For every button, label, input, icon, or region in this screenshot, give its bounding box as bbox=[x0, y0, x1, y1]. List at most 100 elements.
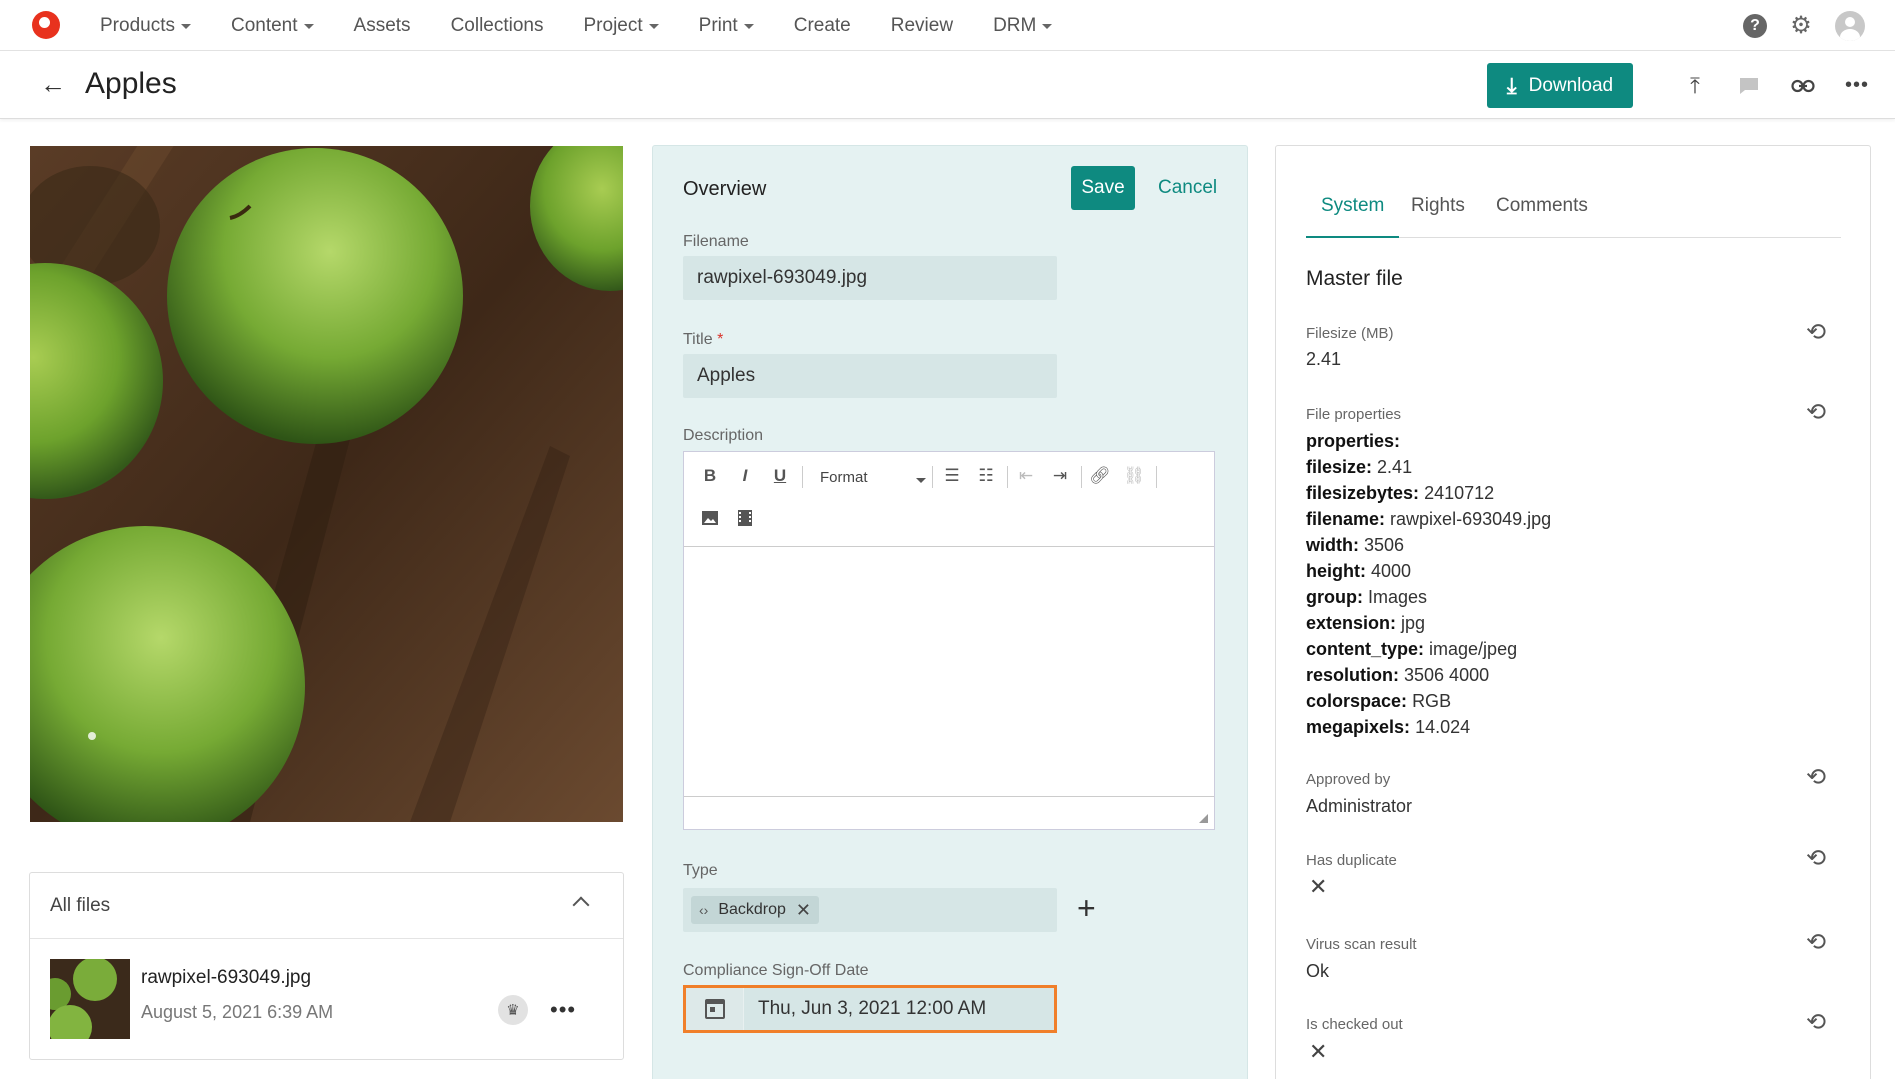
nav-item-drm[interactable]: DRM bbox=[993, 15, 1053, 37]
link-icon[interactable]: 🔗︎ bbox=[1088, 464, 1112, 488]
toolbar-divider bbox=[932, 466, 933, 488]
has-duplicate-label: Has duplicate bbox=[1306, 852, 1397, 869]
numbered-list-icon[interactable]: ☷ bbox=[974, 464, 998, 488]
file-property-row: filesizebytes: 2410712 bbox=[1306, 480, 1551, 506]
chevron-up-icon[interactable] bbox=[572, 896, 590, 914]
description-textarea[interactable] bbox=[684, 548, 1214, 798]
file-property-row: colorspace: RGB bbox=[1306, 688, 1551, 714]
nav-item-project[interactable]: Project bbox=[584, 15, 659, 37]
top-navigation: Products Content Assets Collections Project P… bbox=[0, 0, 1895, 51]
file-property-key: colorspace: bbox=[1306, 691, 1408, 711]
asset-preview-image[interactable] bbox=[30, 146, 623, 822]
detail-tabs: System Rights Comments bbox=[1306, 186, 1841, 238]
image-icon[interactable] bbox=[698, 506, 722, 530]
title-field[interactable]: Apples bbox=[683, 354, 1057, 398]
compliance-date-value[interactable]: Thu, Jun 3, 2021 12:00 AM bbox=[758, 998, 986, 1020]
file-property-key: width: bbox=[1306, 535, 1359, 555]
filename-label: Filename bbox=[683, 233, 749, 250]
nav-item-content[interactable]: Content bbox=[231, 15, 314, 37]
history-icon[interactable]: ⟲ bbox=[1802, 929, 1830, 957]
format-select-label: Format bbox=[820, 469, 868, 486]
remove-chip-icon[interactable]: ✕ bbox=[796, 900, 811, 921]
download-button[interactable]: ⤓ Download bbox=[1487, 63, 1633, 108]
nav-item-label: Content bbox=[230, 14, 298, 36]
history-icon[interactable]: ⟲ bbox=[1802, 764, 1830, 792]
nav-item-label: Assets bbox=[353, 14, 411, 36]
bullet-list-icon[interactable]: ☰ bbox=[940, 464, 964, 488]
back-arrow-icon[interactable]: ← bbox=[40, 71, 66, 97]
virus-scan-label: Virus scan result bbox=[1306, 936, 1417, 953]
file-properties-list: properties: filesize: 2.41 filesizebytes:… bbox=[1306, 428, 1551, 740]
nav-item-products[interactable]: Products bbox=[100, 15, 191, 37]
close-icon: ✕ bbox=[1309, 1039, 1328, 1064]
crown-icon[interactable]: ♛ bbox=[498, 995, 528, 1025]
all-files-header[interactable]: All files bbox=[30, 873, 623, 939]
save-button[interactable]: Save bbox=[1071, 166, 1135, 210]
gear-icon[interactable]: ⚙ bbox=[1789, 13, 1813, 38]
file-property-value: 2410712 bbox=[1424, 483, 1495, 503]
all-files-heading: All files bbox=[50, 894, 111, 916]
more-options-icon[interactable]: ••• bbox=[550, 995, 576, 1025]
indent-icon[interactable]: ⇥ bbox=[1048, 464, 1072, 488]
tab-comments[interactable]: Comments bbox=[1481, 186, 1603, 238]
nav-item-assets[interactable]: Assets bbox=[354, 15, 411, 37]
all-files-panel: All files rawpixel-693049.jpg August 5, … bbox=[29, 872, 624, 1060]
calendar-icon bbox=[704, 999, 725, 1019]
unlink-icon[interactable]: ⛓︎ bbox=[1122, 464, 1146, 488]
filesize-label: Filesize (MB) bbox=[1306, 325, 1394, 342]
calendar-button[interactable] bbox=[686, 988, 744, 1030]
nav-item-create[interactable]: Create bbox=[794, 15, 851, 37]
underline-icon[interactable]: U bbox=[768, 464, 792, 488]
filename-field[interactable]: rawpixel-693049.jpg bbox=[683, 256, 1057, 300]
file-property-row: extension: jpg bbox=[1306, 610, 1551, 636]
overview-title: Overview bbox=[683, 178, 767, 200]
description-label: Description bbox=[683, 427, 764, 444]
add-type-icon[interactable]: + bbox=[1077, 892, 1096, 924]
type-label: Type bbox=[683, 862, 718, 879]
brand-logo-icon[interactable] bbox=[32, 11, 60, 39]
outdent-icon[interactable]: ⇤ bbox=[1014, 464, 1038, 488]
history-icon[interactable]: ⟲ bbox=[1802, 399, 1830, 427]
required-marker: * bbox=[717, 331, 724, 348]
file-property-value: 3506 4000 bbox=[1404, 665, 1490, 685]
tab-rights[interactable]: Rights bbox=[1396, 186, 1480, 238]
nav-item-label: Print bbox=[698, 14, 738, 36]
help-icon[interactable]: ? bbox=[1743, 13, 1767, 38]
nav-item-review[interactable]: Review bbox=[891, 15, 953, 37]
video-icon[interactable] bbox=[733, 506, 757, 530]
more-options-icon[interactable]: ••• bbox=[1841, 70, 1873, 102]
file-property-value: image/jpeg bbox=[1429, 639, 1518, 659]
bold-icon[interactable]: B bbox=[698, 464, 722, 488]
file-property-row: properties: bbox=[1306, 428, 1551, 454]
avatar[interactable] bbox=[1835, 10, 1865, 41]
resize-handle-icon[interactable] bbox=[1199, 814, 1208, 823]
upload-icon[interactable]: ⤒ bbox=[1679, 70, 1711, 102]
type-field[interactable]: ‹› Backdrop ✕ bbox=[683, 888, 1057, 932]
file-property-key: filename: bbox=[1306, 509, 1386, 529]
nav-item-print[interactable]: Print bbox=[699, 15, 754, 37]
code-icon: ‹› bbox=[699, 902, 709, 918]
file-property-value: Images bbox=[1368, 587, 1428, 607]
nav-item-collections[interactable]: Collections bbox=[451, 15, 544, 37]
file-name[interactable]: rawpixel-693049.jpg bbox=[141, 967, 311, 989]
file-property-key: properties: bbox=[1306, 431, 1401, 451]
download-label: Download bbox=[1528, 74, 1614, 96]
history-icon[interactable]: ⟲ bbox=[1802, 845, 1830, 873]
history-icon[interactable]: ⟲ bbox=[1802, 319, 1830, 347]
type-chip-label: Backdrop bbox=[718, 901, 786, 918]
checked-out-label: Is checked out bbox=[1306, 1016, 1403, 1033]
tab-system[interactable]: System bbox=[1306, 186, 1400, 238]
toolbar-divider bbox=[1081, 466, 1082, 488]
comment-icon[interactable] bbox=[1733, 70, 1765, 102]
cancel-button[interactable]: Cancel bbox=[1158, 177, 1217, 199]
file-thumbnail[interactable] bbox=[50, 959, 130, 1039]
italic-icon[interactable]: I bbox=[733, 464, 757, 488]
nav-item-label: Create bbox=[793, 14, 851, 36]
asset-title-bar: ← Apples ⤓ Download ⤒ ••• bbox=[0, 51, 1895, 119]
file-list-item[interactable]: rawpixel-693049.jpg August 5, 2021 6:39 … bbox=[30, 939, 623, 1059]
editor-toolbar: B I U Format ☰ ☷ ⇤ ⇥ 🔗︎ ⛓︎ bbox=[684, 452, 1214, 547]
format-select[interactable]: Format bbox=[820, 469, 926, 486]
link-icon[interactable] bbox=[1787, 70, 1819, 102]
compliance-date-field[interactable]: Thu, Jun 3, 2021 12:00 AM bbox=[683, 985, 1057, 1033]
history-icon[interactable]: ⟲ bbox=[1802, 1009, 1830, 1037]
